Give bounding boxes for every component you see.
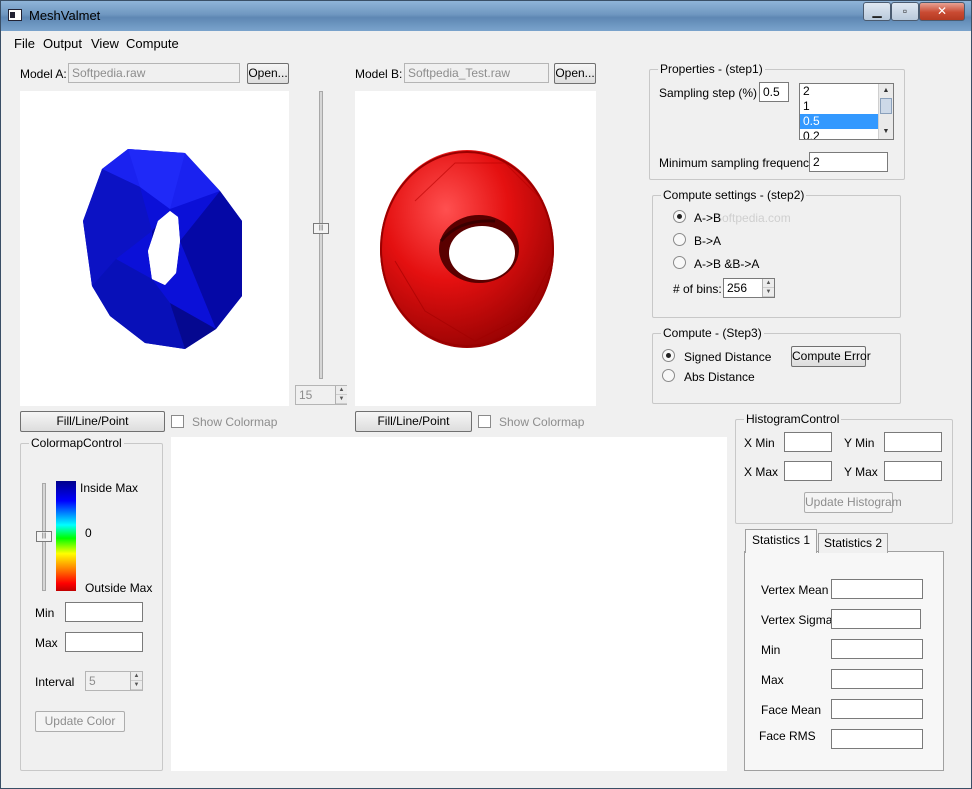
zero-label: 0 — [85, 526, 92, 540]
face-mean-field[interactable] — [831, 699, 923, 719]
menu-output[interactable]: Output — [43, 36, 82, 51]
colormap-max-label: Max — [35, 636, 58, 650]
tab-statistics-2[interactable]: Statistics 2 — [818, 533, 888, 553]
compute-settings-title: Compute settings - (step2) — [661, 188, 807, 202]
y-min-field[interactable] — [884, 432, 942, 452]
stat-min-field[interactable] — [831, 639, 923, 659]
model-a-fill-button[interactable]: Fill/Line/Point — [20, 411, 165, 432]
interval-spinner[interactable]: ▲ ▼ — [130, 672, 142, 690]
colormap-slider-thumb[interactable]: ||| — [36, 531, 52, 542]
both-directions-radio[interactable] — [673, 256, 686, 269]
model-a-file-field[interactable]: Softpedia.raw — [68, 63, 240, 83]
sampling-step-label: Sampling step (%) — [659, 86, 758, 100]
sampling-step-field[interactable]: 0.5 — [759, 82, 789, 102]
face-rms-field[interactable] — [831, 729, 923, 749]
model-b-colormap-checkbox[interactable] — [478, 415, 491, 428]
face-rms-label: Face RMS — [759, 729, 816, 743]
model-a-mesh — [83, 149, 242, 349]
bins-spinner[interactable]: ▲ ▼ — [762, 279, 774, 297]
colormap-min-field[interactable] — [65, 602, 143, 622]
min-freq-label: Minimum sampling frequency — [659, 156, 816, 170]
x-min-field[interactable] — [784, 432, 832, 452]
model-b-open-button[interactable]: Open... — [554, 63, 596, 84]
b-to-a-radio[interactable] — [673, 233, 686, 246]
model-b-mesh — [380, 150, 554, 348]
x-min-label: X Min — [744, 436, 775, 450]
vertex-sigma-field[interactable] — [831, 609, 921, 629]
interval-label: Interval — [35, 675, 75, 689]
maximize-button[interactable]: ▫ — [891, 2, 919, 21]
a-to-b-radio[interactable] — [673, 210, 686, 223]
sampling-step-list[interactable]: 2 1 0.5 0.2 ▲ ▼ — [799, 83, 894, 140]
signed-distance-label: Signed Distance — [684, 350, 772, 364]
outside-max-label: Outside Max — [85, 581, 153, 595]
stat-min-label: Min — [761, 643, 781, 657]
view-slider-spinner[interactable]: ▲ ▼ — [335, 386, 347, 404]
x-max-label: X Max — [744, 465, 779, 479]
menu-view[interactable]: View — [91, 36, 119, 51]
minimize-button[interactable]: ▁ — [863, 2, 891, 21]
model-a-colormap-checkbox[interactable] — [171, 415, 184, 428]
app-icon — [8, 9, 22, 21]
colormap-max-field[interactable] — [65, 632, 143, 652]
face-mean-label: Face Mean — [761, 703, 822, 717]
model-b-label: Model B: — [355, 67, 403, 81]
y-min-label: Y Min — [844, 436, 875, 450]
view-slider-thumb[interactable]: ||| — [313, 223, 329, 234]
model-b-viewport[interactable] — [355, 91, 596, 406]
colormap-title: ColormapControl — [29, 436, 124, 450]
model-a-colormap-label: Show Colormap — [192, 415, 278, 429]
maximize-icon: ▫ — [902, 4, 908, 18]
model-b-file-field[interactable]: Softpedia_Test.raw — [404, 63, 549, 83]
scroll-thumb[interactable] — [880, 98, 892, 114]
model-a-viewport[interactable] — [20, 91, 289, 406]
histogram-plot[interactable] — [171, 437, 727, 771]
a-to-b-label: A->B — [694, 211, 722, 225]
stat-max-field[interactable] — [831, 669, 923, 689]
update-histogram-button[interactable]: Update Histogram — [804, 492, 902, 513]
inside-max-label: Inside Max — [80, 481, 139, 495]
vertex-sigma-label: Vertex Sigma — [761, 613, 833, 627]
abs-distance-radio[interactable] — [662, 369, 675, 382]
watermark: Softpedia.com — [714, 211, 791, 225]
tab-statistics-1[interactable]: Statistics 1 — [745, 529, 817, 553]
view-slider-track[interactable] — [319, 91, 323, 379]
stat-max-label: Max — [761, 673, 784, 687]
histogram-title: HistogramControl — [744, 412, 842, 426]
client-area: File Output View Compute Model A: Softpe… — [9, 31, 965, 782]
signed-distance-radio[interactable] — [662, 349, 675, 362]
vertex-mean-label: Vertex Mean — [761, 583, 829, 597]
model-b-colormap-label: Show Colormap — [499, 415, 585, 429]
menu-compute[interactable]: Compute — [126, 36, 179, 51]
both-directions-label: A->B &B->A — [694, 257, 760, 271]
scroll-up-icon[interactable]: ▲ — [879, 84, 893, 98]
close-button[interactable]: ✕ — [919, 2, 965, 21]
scroll-down-icon[interactable]: ▼ — [879, 125, 893, 139]
minimize-icon: ▁ — [872, 4, 882, 18]
model-a-label: Model A: — [20, 67, 67, 81]
list-scrollbar[interactable]: ▲ ▼ — [878, 84, 893, 139]
min-freq-field[interactable]: 2 — [809, 152, 888, 172]
title-bar[interactable]: MeshValmet ▁ ▫ ✕ — [1, 1, 971, 31]
close-icon: ✕ — [936, 4, 948, 18]
app-window: MeshValmet ▁ ▫ ✕ File Output View Comput… — [0, 0, 972, 789]
menu-file[interactable]: File — [14, 36, 35, 51]
y-max-field[interactable] — [884, 461, 942, 481]
compute-group: Compute - (Step3) — [652, 326, 901, 404]
model-a-open-button[interactable]: Open... — [247, 63, 289, 84]
x-max-field[interactable] — [784, 461, 832, 481]
abs-distance-label: Abs Distance — [684, 370, 755, 384]
window-title: MeshValmet — [29, 8, 101, 23]
bins-label: # of bins: — [673, 282, 722, 296]
y-max-label: Y Max — [844, 465, 878, 479]
colormap-min-label: Min — [35, 606, 55, 620]
colormap-gradient — [56, 481, 76, 591]
model-b-fill-button[interactable]: Fill/Line/Point — [355, 411, 472, 432]
b-to-a-label: B->A — [694, 234, 722, 248]
compute-title: Compute - (Step3) — [661, 326, 764, 340]
vertex-mean-field[interactable] — [831, 579, 923, 599]
compute-error-button[interactable]: Compute Error — [791, 346, 871, 367]
properties-title: Properties - (step1) — [658, 62, 765, 76]
update-color-button[interactable]: Update Color — [35, 711, 125, 732]
